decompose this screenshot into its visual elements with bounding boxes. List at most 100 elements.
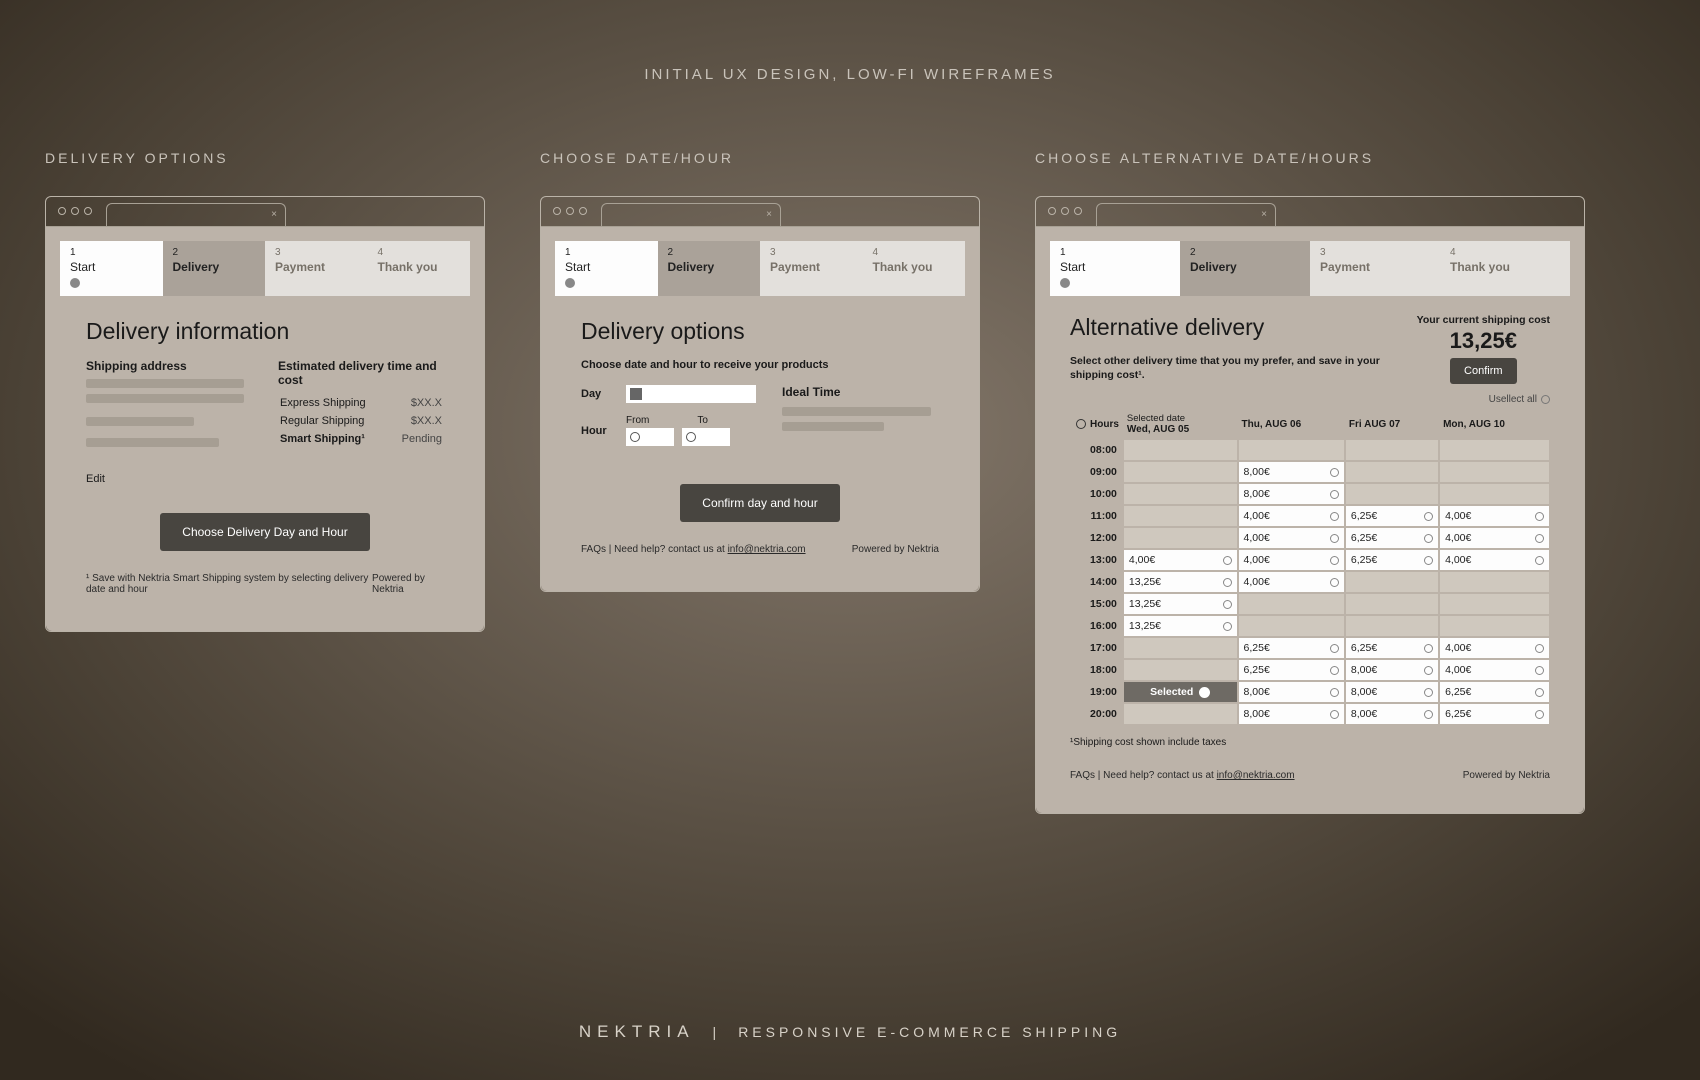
tax-note: ¹Shipping cost shown include taxes (1070, 737, 1550, 748)
time-slot[interactable]: 8,00€ (1239, 704, 1344, 724)
day-input[interactable] (626, 385, 756, 403)
time-slot-blank (1346, 440, 1438, 460)
step-start[interactable]: 1Start (555, 241, 658, 296)
powered-by: Powered by Nektria (372, 573, 444, 595)
time-slot-blank (1239, 616, 1344, 636)
time-slot[interactable]: 13,25€ (1124, 594, 1237, 614)
calendar-icon (630, 388, 642, 400)
browser-tab[interactable]: × (1096, 203, 1276, 227)
screen-label: DELIVERY OPTIONS (45, 150, 485, 166)
time-slot[interactable]: 6,25€ (1239, 638, 1344, 658)
placeholder-line (782, 422, 884, 431)
time-slot-blank (1440, 462, 1549, 482)
step-start[interactable]: 1Start (60, 241, 163, 296)
brand-name: NEKTRIA (579, 1022, 695, 1041)
shipping-option-row[interactable]: Express Shipping$XX.X (280, 395, 442, 411)
radio-icon (1330, 468, 1339, 477)
hour-to-input[interactable] (682, 428, 730, 446)
shipping-option-row[interactable]: Regular Shipping$XX.X (280, 413, 442, 429)
hour-from-input[interactable] (626, 428, 674, 446)
step-payment[interactable]: 3Payment (760, 241, 863, 296)
time-slot[interactable]: 6,25€ (1239, 660, 1344, 680)
clock-icon (630, 432, 640, 442)
confirm-day-hour-button[interactable]: Confirm day and hour (680, 484, 839, 522)
brand-tagline: RESPONSIVE E-COMMERCE SHIPPING (738, 1024, 1121, 1040)
from-label: From (626, 415, 649, 426)
hour-label: Hour (581, 425, 626, 437)
step-delivery[interactable]: 2Delivery (658, 241, 761, 296)
browser-tab[interactable]: × (106, 203, 286, 227)
time-slot[interactable]: 6,25€ (1440, 682, 1549, 702)
time-slot[interactable]: 13,25€ (1124, 572, 1237, 592)
time-slot[interactable]: 8,00€ (1346, 704, 1438, 724)
step-start[interactable]: 1Start (1050, 241, 1180, 296)
radio-icon (1223, 578, 1232, 587)
choose-delivery-button[interactable]: Choose Delivery Day and Hour (160, 513, 369, 551)
placeholder-line (782, 407, 931, 416)
time-slot[interactable]: 4,00€ (1239, 572, 1344, 592)
time-slot[interactable]: 8,00€ (1239, 682, 1344, 702)
close-icon[interactable]: × (271, 209, 277, 220)
time-slot[interactable]: 6,25€ (1346, 550, 1438, 570)
browser-tab[interactable]: × (601, 203, 781, 227)
panel-subtitle: Select other delivery time that you my p… (1070, 355, 1401, 382)
time-slot[interactable]: 6,25€ (1346, 506, 1438, 526)
footnote: ¹ Save with Nektria Smart Shipping syste… (86, 573, 372, 595)
close-icon[interactable]: × (1261, 209, 1267, 220)
panel-title: Delivery options (581, 318, 939, 345)
contact-email[interactable]: info@nektria.com (1217, 770, 1295, 781)
step-payment[interactable]: 3Payment (1310, 241, 1440, 296)
time-slot[interactable]: 4,00€ (1440, 550, 1549, 570)
hour-label: 14:00 (1070, 571, 1123, 593)
confirm-button[interactable]: Confirm (1450, 358, 1517, 384)
time-slot[interactable]: 13,25€ (1124, 616, 1237, 636)
shipping-cost-label: Your current shipping cost (1417, 314, 1550, 326)
time-slot[interactable]: 8,00€ (1239, 462, 1344, 482)
time-slot[interactable]: 6,25€ (1346, 528, 1438, 548)
time-slot-blank (1124, 638, 1237, 658)
radio-icon (1330, 666, 1339, 675)
step-thank-you[interactable]: 4Thank you (863, 241, 966, 296)
time-slot-selected[interactable]: Selected (1124, 682, 1237, 702)
time-slot[interactable]: 4,00€ (1124, 550, 1237, 570)
time-slot-blank (1124, 506, 1237, 526)
shipping-option-row[interactable]: Smart Shipping¹Pending (280, 431, 442, 447)
time-slot[interactable]: 4,00€ (1440, 506, 1549, 526)
checkout-steps: 1Start2Delivery3Payment4Thank you (1050, 241, 1570, 296)
time-slot[interactable]: 6,25€ (1346, 638, 1438, 658)
time-slot[interactable]: 6,25€ (1440, 704, 1549, 724)
window-controls[interactable] (553, 207, 587, 215)
step-delivery[interactable]: 2Delivery (1180, 241, 1310, 296)
contact-email[interactable]: info@nektria.com (728, 544, 806, 555)
hour-label: 10:00 (1070, 483, 1123, 505)
time-slot[interactable]: 4,00€ (1440, 638, 1549, 658)
close-icon[interactable]: × (766, 209, 772, 220)
step-thank-you[interactable]: 4Thank you (1440, 241, 1570, 296)
delivery-time-grid: HoursSelected dateWed, AUG 05Thu, AUG 06… (1070, 409, 1550, 725)
unselect-all[interactable]: Usellect all (1070, 394, 1550, 405)
window-controls[interactable] (1048, 207, 1082, 215)
time-slot[interactable]: 8,00€ (1346, 660, 1438, 680)
time-slot[interactable]: 4,00€ (1440, 660, 1549, 680)
browser-chrome: × (541, 197, 979, 227)
window-controls[interactable] (58, 207, 92, 215)
time-slot[interactable]: 8,00€ (1239, 484, 1344, 504)
ideal-time-header: Ideal Time (782, 385, 939, 399)
checkout-steps: 1Start2Delivery3Payment4Thank you (60, 241, 470, 296)
time-slot[interactable]: 4,00€ (1239, 506, 1344, 526)
time-slot[interactable]: 8,00€ (1346, 682, 1438, 702)
hour-label: 15:00 (1070, 593, 1123, 615)
edit-link[interactable]: Edit (86, 473, 105, 485)
time-slot[interactable]: 4,00€ (1239, 550, 1344, 570)
step-delivery[interactable]: 2Delivery (163, 241, 266, 296)
time-slot[interactable]: 4,00€ (1440, 528, 1549, 548)
radio-icon (1330, 512, 1339, 521)
step-thank-you[interactable]: 4Thank you (368, 241, 471, 296)
radio-icon (1535, 512, 1544, 521)
page-title: INITIAL UX DESIGN, LOW-FI WIREFRAMES (0, 66, 1700, 83)
time-slot-blank (1124, 462, 1237, 482)
screen-choose-date-hour: CHOOSE DATE/HOUR × 1Start2Delivery3Payme… (540, 150, 980, 592)
time-slot[interactable]: 4,00€ (1239, 528, 1344, 548)
hour-label: 19:00 (1070, 681, 1123, 703)
step-payment[interactable]: 3Payment (265, 241, 368, 296)
